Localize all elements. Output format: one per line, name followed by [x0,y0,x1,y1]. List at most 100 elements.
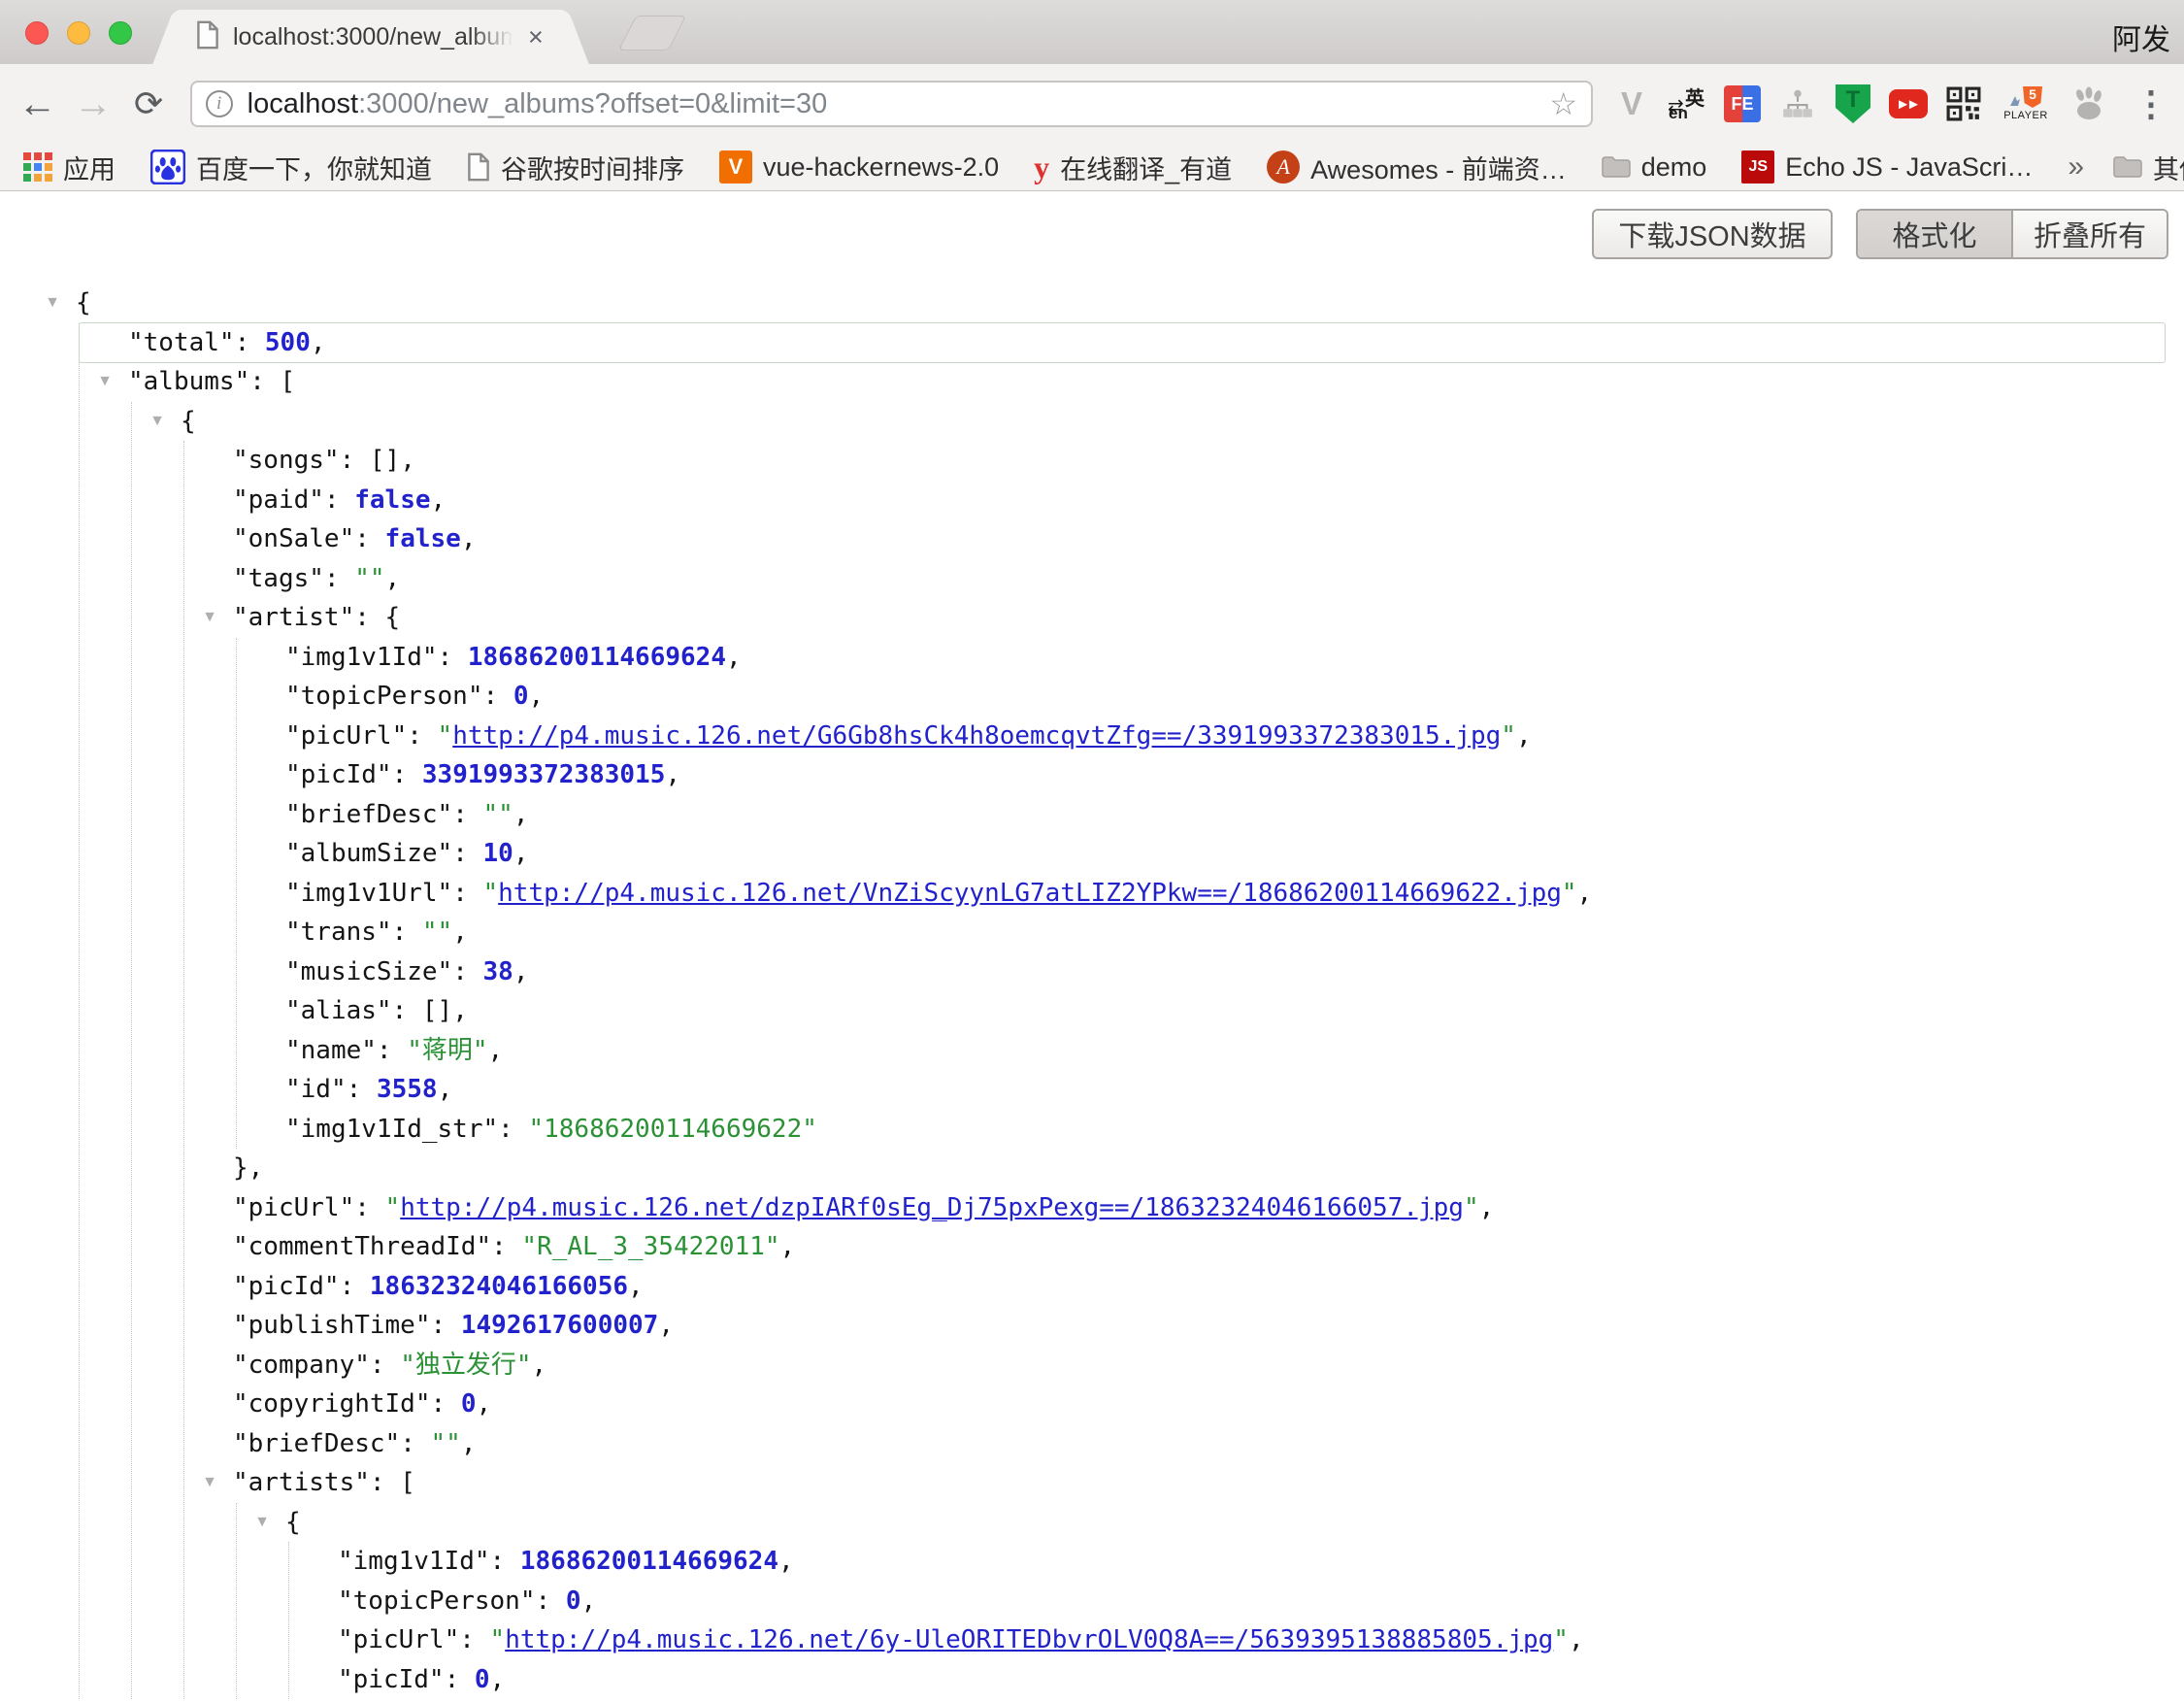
json-url-link[interactable]: http://p4.music.126.net/G6Gb8hsCk4h8oemc… [452,721,1501,751]
bookmark-label: demo [1641,152,1707,183]
json-token: "picUrl" [285,721,407,751]
bookmark-vue-hackernews[interactable]: V vue-hackernews-2.0 [719,150,999,184]
bookmark-echojs[interactable]: JS Echo JS - JavaScri… [1741,150,2033,184]
json-token: "" [483,800,513,829]
html5-player-icon[interactable]: 5 PLAYER [2000,83,2052,125]
url-host: localhost [248,88,358,119]
fast-forward-icon[interactable]: ►► [1889,83,1928,125]
json-line: "total": 500, [80,323,2165,363]
json-token: " [490,1625,506,1654]
page-favicon-icon [196,20,219,54]
view-mode-segmented-control: 格式化 折叠所有 [1856,209,2168,259]
json-token: "name" [285,1036,377,1065]
json-children: "total": 500,▼"albums": [▼{"songs": [],"… [79,323,2165,1700]
translate-icon[interactable]: 英 ⇄ en [1668,83,1706,125]
format-button[interactable]: 格式化 [1858,211,2013,257]
tab-title: localhost:3000/new_albums?o [233,23,524,51]
fe-extension-icon[interactable]: FE [1723,83,1762,125]
bookmark-apps[interactable]: 应用 [23,149,116,186]
collapse-toggle-icon[interactable]: ▼ [197,598,222,638]
paw-icon[interactable] [2068,83,2107,125]
new-tab-button[interactable] [618,16,686,50]
json-line: "id": 3558, [237,1070,2165,1110]
json-token: "trans" [285,918,392,947]
json-token: , [490,1665,506,1694]
json-token: 3391993372383015 [422,760,665,789]
json-line: }, [184,1149,2165,1188]
json-url-link[interactable]: http://p4.music.126.net/6y-UleORITEDbvrO… [505,1625,1553,1654]
bookmarks-overflow-icon[interactable]: » [2068,150,2084,184]
json-token: , [476,1389,491,1419]
json-line: ▼"artists": [ [184,1463,2165,1503]
chrome-menu-icon[interactable]: ⋮ [2134,83,2168,124]
bookmark-google-sort[interactable]: 谷歌按时间排序 [467,149,684,186]
json-token: , [580,1586,596,1616]
browser-tab[interactable]: localhost:3000/new_albums?o × [181,10,561,64]
tampermonkey-icon[interactable]: T [1834,83,1872,125]
json-token: "artists" [233,1468,370,1497]
json-line: "publishTime": 1492617600007, [184,1306,2165,1346]
json-token: : [490,1547,520,1576]
json-viewer-controls: 下载JSON数据 格式化 折叠所有 [1592,209,2168,259]
bookmark-youdao[interactable]: y 在线翻译_有道 [1034,149,1232,186]
page-content: 下载JSON数据 格式化 折叠所有 ▼{ "total": 500,▼"album… [0,191,2184,1703]
json-line: ▼"albums": [ [80,362,2165,402]
json-token: "topicPerson" [285,682,483,711]
json-line: "topicPerson": 0, [237,677,2165,717]
json-token: "img1v1Id" [338,1547,490,1576]
json-token: "briefDesc" [233,1429,400,1458]
json-line: "onSale": false, [184,519,2165,559]
json-token: : [354,1193,384,1222]
json-token: : [536,1586,566,1616]
json-line: "copyrightId": 0, [184,1385,2165,1424]
collapse-toggle-icon[interactable]: ▼ [249,1503,275,1543]
bookmark-awesomes[interactable]: A Awesomes - 前端资… [1267,149,1567,186]
vue-devtools-icon[interactable]: V [1612,83,1651,125]
json-token: "img1v1Id_str" [285,1115,498,1144]
collapse-toggle-icon[interactable]: ▼ [40,284,65,323]
other-bookmarks[interactable]: 其他书签 [2113,149,2184,186]
url-text[interactable]: localhost:3000/new_albums?offset=0&limit… [248,88,1550,120]
json-line: "company": "独立发行", [184,1346,2165,1386]
qr-code-icon[interactable] [1944,83,1983,125]
json-token: 18686200114669624 [468,643,726,672]
zoom-window-button[interactable] [109,21,132,45]
bookmark-star-icon[interactable]: ☆ [1549,85,1577,122]
site-info-icon[interactable]: i [206,90,233,117]
bookmark-demo-folder[interactable]: demo [1602,152,1707,183]
window-controls [25,21,132,45]
sitemap-icon[interactable] [1778,83,1817,125]
collapse-toggle-icon[interactable]: ▼ [145,402,170,442]
profile-name[interactable]: 阿发 [2112,16,2170,58]
download-json-button[interactable]: 下载JSON数据 [1592,209,1833,259]
collapse-all-button[interactable]: 折叠所有 [2013,211,2167,257]
json-token: " [1562,879,1577,908]
json-token: , [726,643,742,672]
json-token: "独立发行" [400,1351,531,1380]
minimize-window-button[interactable] [67,21,90,45]
json-token: : [445,1665,475,1694]
json-url-link[interactable]: http://p4.music.126.net/VnZiScyynLG7atLI… [498,879,1562,908]
bookmark-label: 百度一下，你就知道 [196,149,432,186]
json-line: "picId": 18632324046166056, [184,1267,2165,1307]
json-token: 10 [483,839,513,868]
json-line: "picId": 0, [289,1660,2165,1700]
json-token: "picId" [338,1665,445,1694]
tab-close-icon[interactable]: × [528,24,544,50]
address-bar[interactable]: i localhost:3000/new_albums?offset=0&lim… [190,81,1593,127]
refresh-icon[interactable]: ⟳ [126,83,170,124]
bookmark-baidu[interactable]: 百度一下，你就知道 [150,149,432,186]
json-token: , [528,682,544,711]
json-token: "picId" [285,760,392,789]
json-token: " [1501,721,1516,751]
collapse-toggle-icon[interactable]: ▼ [197,1463,222,1503]
collapse-toggle-icon[interactable]: ▼ [92,362,117,402]
json-children: ▼{"songs": [],"paid": false,"onSale": fa… [131,402,2165,1700]
close-window-button[interactable] [25,21,49,45]
json-url-link[interactable]: http://p4.music.126.net/dzpIARf0sEg_Dj75… [400,1193,1464,1222]
json-line: ▼{ [237,1503,2165,1543]
json-token: "copyrightId" [233,1389,431,1419]
json-token: , [1569,1625,1584,1654]
json-token: , [488,1036,504,1065]
back-icon[interactable]: ← [16,83,59,126]
